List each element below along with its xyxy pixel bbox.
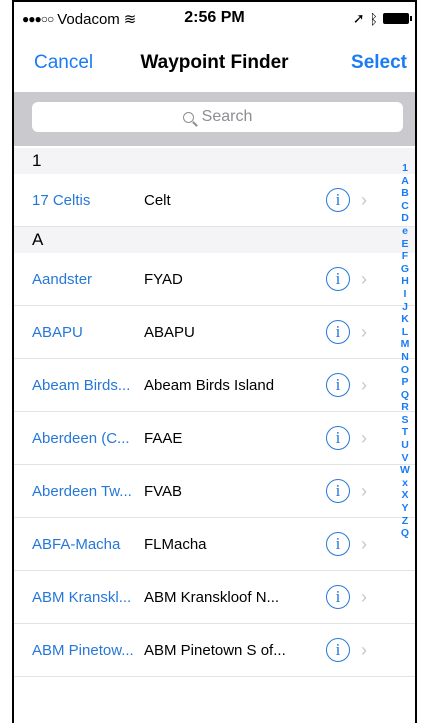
index-letter[interactable]: H: [397, 275, 413, 288]
waypoint-code: FLMacha: [144, 535, 207, 553]
waypoint-row[interactable]: Aberdeen (C... FAAE i ›: [14, 412, 415, 465]
navigation-bar: Cancel Waypoint Finder Select: [14, 40, 415, 86]
index-letter[interactable]: C: [397, 200, 413, 213]
waypoint-code: ABAPU: [144, 323, 195, 341]
waypoint-row[interactable]: ABM Pinetow... ABM Pinetown S of... i ›: [14, 624, 415, 677]
index-letter[interactable]: R: [397, 401, 413, 414]
waypoint-code: FYAD: [144, 270, 183, 288]
waypoint-name: ABM Kranskl...: [32, 588, 132, 606]
waypoint-name: Aberdeen Tw...: [32, 482, 132, 500]
bluetooth-icon: ᛒ: [369, 10, 378, 27]
phone-frame: ●●●○○ Vodacom ≋ 2:56 PM ➚ ᛒ Cancel Waypo…: [12, 0, 417, 723]
index-letter[interactable]: G: [397, 263, 413, 276]
index-letter[interactable]: I: [397, 288, 413, 301]
index-letter[interactable]: S: [397, 414, 413, 427]
waypoint-code: FAAE: [144, 429, 183, 447]
waypoint-row[interactable]: ABAPU ABAPU i ›: [14, 306, 415, 359]
index-letter[interactable]: F: [397, 250, 413, 263]
index-letter[interactable]: Z: [397, 515, 413, 528]
index-letter[interactable]: U: [397, 439, 413, 452]
waypoint-name: Abeam Birds...: [32, 376, 131, 394]
section-header: A: [14, 227, 415, 253]
info-icon[interactable]: i: [326, 188, 350, 212]
info-icon[interactable]: i: [326, 532, 350, 556]
waypoint-code: Celt: [144, 191, 171, 209]
waypoint-name: Aberdeen (C...: [32, 429, 130, 447]
waypoint-row[interactable]: 17 Celtis Celt i ›: [14, 174, 415, 227]
info-icon[interactable]: i: [326, 373, 350, 397]
info-icon[interactable]: i: [326, 585, 350, 609]
index-letter[interactable]: e: [397, 225, 413, 238]
search-placeholder: Search: [201, 108, 253, 125]
section-header: 1: [14, 148, 415, 174]
chevron-right-icon: ›: [361, 189, 367, 210]
waypoint-row[interactable]: Aberdeen Tw... FVAB i ›: [14, 465, 415, 518]
index-letter[interactable]: M: [397, 338, 413, 351]
chevron-right-icon: ›: [361, 268, 367, 289]
index-letter[interactable]: N: [397, 351, 413, 364]
index-letter[interactable]: Q: [397, 527, 413, 540]
waypoint-name: Aandster: [32, 270, 93, 288]
waypoint-row[interactable]: Abeam Birds... Abeam Birds Island i ›: [14, 359, 415, 412]
chevron-right-icon: ›: [361, 639, 367, 660]
status-bar: ●●●○○ Vodacom ≋ 2:56 PM ➚ ᛒ: [14, 2, 415, 32]
index-letter[interactable]: J: [397, 301, 413, 314]
search-bar: Search: [14, 92, 415, 146]
chevron-right-icon: ›: [361, 586, 367, 607]
location-arrow-icon: ➚: [352, 10, 365, 26]
select-button[interactable]: Select: [351, 52, 407, 74]
chevron-right-icon: ›: [361, 374, 367, 395]
waypoint-code: FVAB: [144, 482, 183, 500]
index-letter[interactable]: x: [397, 477, 413, 490]
info-icon[interactable]: i: [326, 267, 350, 291]
index-letter[interactable]: A: [397, 175, 413, 188]
waypoint-code: Abeam Birds Island: [144, 376, 275, 394]
waypoint-row[interactable]: ABM Kranskl... ABM Kranskloof N... i ›: [14, 571, 415, 624]
index-letter[interactable]: E: [397, 238, 413, 251]
waypoint-row[interactable]: ABFA-Macha FLMacha i ›: [14, 518, 415, 571]
index-letter[interactable]: P: [397, 376, 413, 389]
battery-icon: [383, 13, 412, 24]
index-letter[interactable]: Y: [397, 502, 413, 515]
waypoint-name: ABM Pinetow...: [32, 641, 134, 659]
index-letter[interactable]: X: [397, 489, 413, 502]
waypoint-list[interactable]: 1 17 Celtis Celt i › A Aandster FYAD i › ABAPU ABAP…: [14, 148, 415, 677]
info-icon[interactable]: i: [326, 479, 350, 503]
waypoint-name: 17 Celtis: [32, 191, 91, 209]
waypoint-row[interactable]: Aandster FYAD i ›: [14, 253, 415, 306]
chevron-right-icon: ›: [361, 533, 367, 554]
section-index[interactable]: 1ABCDeEFGHIJKLMNOPQRSTUVWxXYZQ: [397, 162, 413, 540]
waypoint-name: ABAPU: [32, 323, 83, 341]
index-letter[interactable]: O: [397, 364, 413, 377]
index-letter[interactable]: K: [397, 313, 413, 326]
index-letter[interactable]: W: [397, 464, 413, 477]
waypoint-code: ABM Kranskloof N...: [144, 588, 280, 606]
waypoint-code: ABM Pinetown S of...: [144, 641, 286, 659]
index-letter[interactable]: T: [397, 426, 413, 439]
info-icon[interactable]: i: [326, 638, 350, 662]
index-letter[interactable]: B: [397, 187, 413, 200]
chevron-right-icon: ›: [361, 321, 367, 342]
index-letter[interactable]: V: [397, 452, 413, 465]
chevron-right-icon: ›: [361, 480, 367, 501]
chevron-right-icon: ›: [361, 427, 367, 448]
index-letter[interactable]: L: [397, 326, 413, 339]
info-icon[interactable]: i: [326, 320, 350, 344]
search-icon: [182, 111, 194, 123]
status-right: ➚ ᛒ: [352, 10, 412, 27]
info-icon[interactable]: i: [326, 426, 350, 450]
index-letter[interactable]: D: [397, 212, 413, 225]
index-letter[interactable]: 1: [397, 162, 413, 175]
index-letter[interactable]: Q: [397, 389, 413, 402]
search-input[interactable]: Search: [32, 102, 403, 132]
waypoint-name: ABFA-Macha: [32, 535, 121, 553]
